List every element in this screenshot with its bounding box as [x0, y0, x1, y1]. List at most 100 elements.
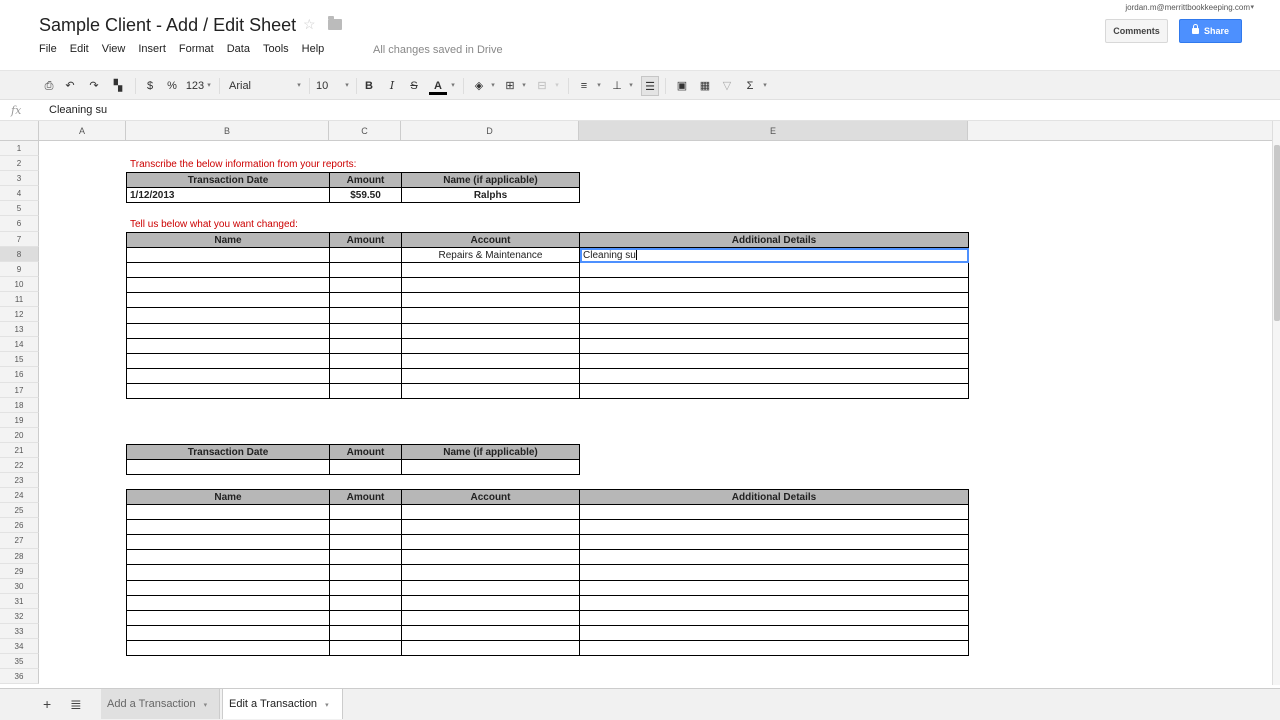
insert-chart-icon[interactable]: ▦ — [698, 78, 712, 94]
table-cell[interactable] — [329, 639, 402, 657]
currency-format-button[interactable]: $ — [144, 78, 156, 94]
row-header[interactable]: 25 — [0, 503, 39, 519]
table-cell[interactable] — [401, 277, 580, 294]
table-cell[interactable] — [126, 382, 330, 400]
row-header[interactable]: 26 — [0, 518, 39, 534]
header-amount[interactable]: Amount — [329, 231, 402, 249]
column-header-e[interactable]: E — [579, 121, 968, 141]
header-account[interactable]: Account — [401, 231, 580, 249]
table-cell[interactable] — [401, 624, 580, 641]
functions-caret-icon[interactable]: ▾ — [761, 78, 769, 94]
table-cell[interactable] — [329, 292, 402, 309]
table-cell[interactable] — [401, 564, 580, 581]
row-header[interactable]: 34 — [0, 639, 39, 655]
table-cell[interactable] — [401, 594, 580, 611]
table-cell[interactable] — [579, 549, 969, 566]
table-cell[interactable] — [579, 277, 969, 294]
wrap-text-icon[interactable]: ☰ — [641, 76, 659, 96]
save-status[interactable]: All changes saved in Drive — [373, 44, 503, 56]
table-cell[interactable] — [579, 609, 969, 626]
star-icon[interactable]: ☆ — [303, 16, 316, 33]
menu-view[interactable]: View — [102, 43, 126, 55]
table-cell[interactable] — [329, 352, 402, 369]
table-cell[interactable] — [126, 564, 330, 581]
table-cell[interactable] — [579, 382, 969, 400]
table-cell[interactable] — [401, 262, 580, 279]
header-transaction-date[interactable]: Transaction Date — [126, 171, 330, 189]
table-cell[interactable] — [329, 504, 402, 521]
insert-comment-icon[interactable]: ▣ — [675, 78, 689, 94]
table-cell[interactable] — [579, 322, 969, 339]
header-account[interactable]: Account — [401, 488, 580, 506]
cell-name[interactable] — [126, 247, 330, 264]
filter-icon[interactable]: ▽ — [720, 78, 734, 94]
header-additional-details[interactable]: Additional Details — [579, 231, 969, 249]
row-header[interactable]: 24 — [0, 488, 39, 504]
table-cell[interactable] — [401, 352, 580, 369]
table-cell[interactable] — [126, 549, 330, 566]
header-name[interactable]: Name — [126, 231, 330, 249]
bold-button[interactable]: B — [363, 78, 375, 94]
cell-account[interactable]: Repairs & Maintenance — [401, 247, 580, 264]
tab-caret-icon[interactable]: ▾ — [325, 702, 329, 709]
table-cell[interactable] — [126, 277, 330, 294]
vertical-align-caret-icon[interactable]: ▾ — [627, 78, 635, 94]
table-cell[interactable] — [126, 367, 330, 384]
table-cell[interactable] — [126, 504, 330, 521]
formula-input[interactable]: Cleaning su — [49, 104, 107, 116]
row-header[interactable]: 7 — [0, 231, 39, 247]
table-cell[interactable] — [579, 307, 969, 324]
menu-help[interactable]: Help — [302, 43, 325, 55]
cell-amount[interactable] — [329, 247, 402, 264]
row-header[interactable]: 11 — [0, 291, 39, 308]
menu-tools[interactable]: Tools — [263, 43, 289, 55]
row-header[interactable]: 17 — [0, 382, 39, 398]
menu-edit[interactable]: Edit — [70, 43, 89, 55]
table-cell[interactable] — [329, 534, 402, 551]
italic-button[interactable]: I — [386, 78, 398, 94]
fill-color-caret-icon[interactable]: ▾ — [489, 78, 497, 94]
folder-icon[interactable] — [328, 16, 342, 30]
font-color-caret-icon[interactable]: ▾ — [449, 78, 457, 94]
merge-cells-caret-icon[interactable]: ▾ — [553, 78, 561, 94]
menu-data[interactable]: Data — [227, 43, 250, 55]
table-cell[interactable] — [126, 262, 330, 279]
table-cell[interactable] — [329, 609, 402, 626]
table-cell[interactable] — [401, 307, 580, 324]
tab-add-a-transaction[interactable]: Add a Transaction ▾ — [101, 689, 220, 719]
row-header[interactable]: 12 — [0, 307, 39, 323]
row-header[interactable]: 23 — [0, 473, 39, 489]
table-cell[interactable] — [579, 292, 969, 309]
header-amount[interactable]: Amount — [329, 443, 402, 461]
table-cell[interactable] — [329, 579, 402, 596]
borders-caret-icon[interactable]: ▾ — [520, 78, 528, 94]
table-cell[interactable] — [126, 519, 330, 536]
table-cell[interactable] — [579, 352, 969, 369]
table-cell[interactable] — [126, 352, 330, 369]
table-cell[interactable] — [126, 322, 330, 339]
comments-button[interactable]: Comments — [1105, 19, 1168, 43]
table-cell[interactable] — [329, 564, 402, 581]
table-cell[interactable] — [579, 579, 969, 596]
table-cell[interactable] — [126, 579, 330, 596]
font-size-select[interactable]: 10 — [316, 78, 334, 94]
column-header-a[interactable]: A — [39, 121, 126, 141]
row-header[interactable]: 5 — [0, 201, 39, 217]
table-cell[interactable] — [126, 624, 330, 641]
column-header-b[interactable]: B — [126, 121, 329, 141]
number-format-caret-icon[interactable]: ▾ — [205, 78, 213, 94]
table-cell[interactable] — [126, 307, 330, 324]
table-cell[interactable] — [579, 594, 969, 611]
table-cell[interactable] — [329, 322, 402, 339]
font-family-select[interactable]: Arial — [229, 78, 289, 94]
table-cell[interactable] — [401, 367, 580, 384]
table-cell[interactable] — [329, 382, 402, 400]
redo-icon[interactable]: ↷ — [87, 78, 101, 94]
table-cell[interactable] — [579, 262, 969, 279]
row-header[interactable]: 30 — [0, 578, 39, 594]
horizontal-align-icon[interactable]: ≡ — [577, 78, 591, 94]
paint-format-icon[interactable]: ▚ — [111, 78, 125, 94]
row-header[interactable]: 9 — [0, 261, 39, 277]
table-cell[interactable] — [329, 594, 402, 611]
row-header[interactable]: 21 — [0, 442, 39, 458]
